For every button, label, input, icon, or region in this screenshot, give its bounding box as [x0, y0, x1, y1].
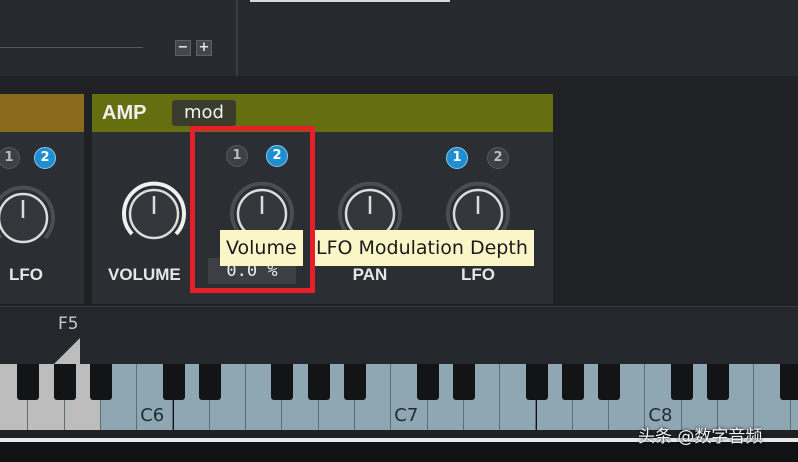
volume-knob-label: VOLUME	[108, 265, 181, 284]
black-key[interactable]	[17, 364, 40, 400]
octave-label: C7	[394, 405, 419, 426]
black-key[interactable]	[344, 364, 366, 400]
black-key[interactable]	[670, 364, 693, 400]
lfo-slot-2-button[interactable]: 2	[487, 147, 509, 169]
top-area	[0, 0, 798, 76]
black-key[interactable]	[307, 364, 330, 400]
black-key[interactable]	[162, 364, 185, 400]
minus-button[interactable]: −	[175, 40, 191, 56]
black-key[interactable]	[779, 364, 798, 400]
black-key[interactable]	[271, 364, 294, 400]
amp-panel-header	[92, 94, 553, 132]
knob-icon	[0, 185, 55, 244]
lfo-knob-label: LFO	[461, 265, 495, 284]
range-marker-icon[interactable]	[0, 338, 80, 364]
volume-knob[interactable]	[116, 176, 192, 252]
left-panel-header	[0, 94, 84, 132]
black-key[interactable]	[561, 364, 584, 400]
octave-label: C8	[648, 405, 673, 426]
watermark: 头条 @数字音频	[638, 427, 763, 447]
black-key[interactable]	[452, 364, 475, 400]
highlight-annotation	[190, 126, 315, 293]
black-key[interactable]	[525, 364, 548, 400]
left-knob-label: LFO	[9, 265, 43, 284]
plus-button[interactable]: +	[196, 40, 212, 56]
black-key[interactable]	[416, 364, 439, 400]
piano-keyboard[interactable]: C6 C7 C8	[0, 364, 798, 430]
left-lfo-knob[interactable]	[0, 180, 61, 256]
lfo-depth-tooltip: LFO Modulation Depth	[310, 230, 534, 266]
knob-icon	[122, 181, 186, 240]
left-slot-2-button[interactable]: 2	[34, 147, 56, 169]
top-field[interactable]	[250, 0, 450, 2]
top-divider	[236, 0, 238, 76]
amp-title: AMP	[102, 102, 147, 124]
black-key[interactable]	[53, 364, 76, 400]
octave-label: C6	[140, 405, 165, 426]
black-key[interactable]	[198, 364, 221, 400]
plus-icon: +	[198, 40, 210, 55]
lfo-slot-1-button[interactable]: 1	[446, 147, 468, 169]
black-key[interactable]	[598, 364, 621, 400]
black-key[interactable]	[707, 364, 729, 400]
top-slider-track[interactable]	[0, 47, 143, 48]
minus-icon: −	[177, 40, 189, 55]
keyboard-range-strip	[0, 306, 798, 365]
range-label: F5	[58, 314, 79, 334]
mod-button[interactable]: mod	[172, 100, 236, 126]
pan-knob-label: PAN	[352, 265, 388, 284]
black-key[interactable]	[89, 364, 112, 400]
